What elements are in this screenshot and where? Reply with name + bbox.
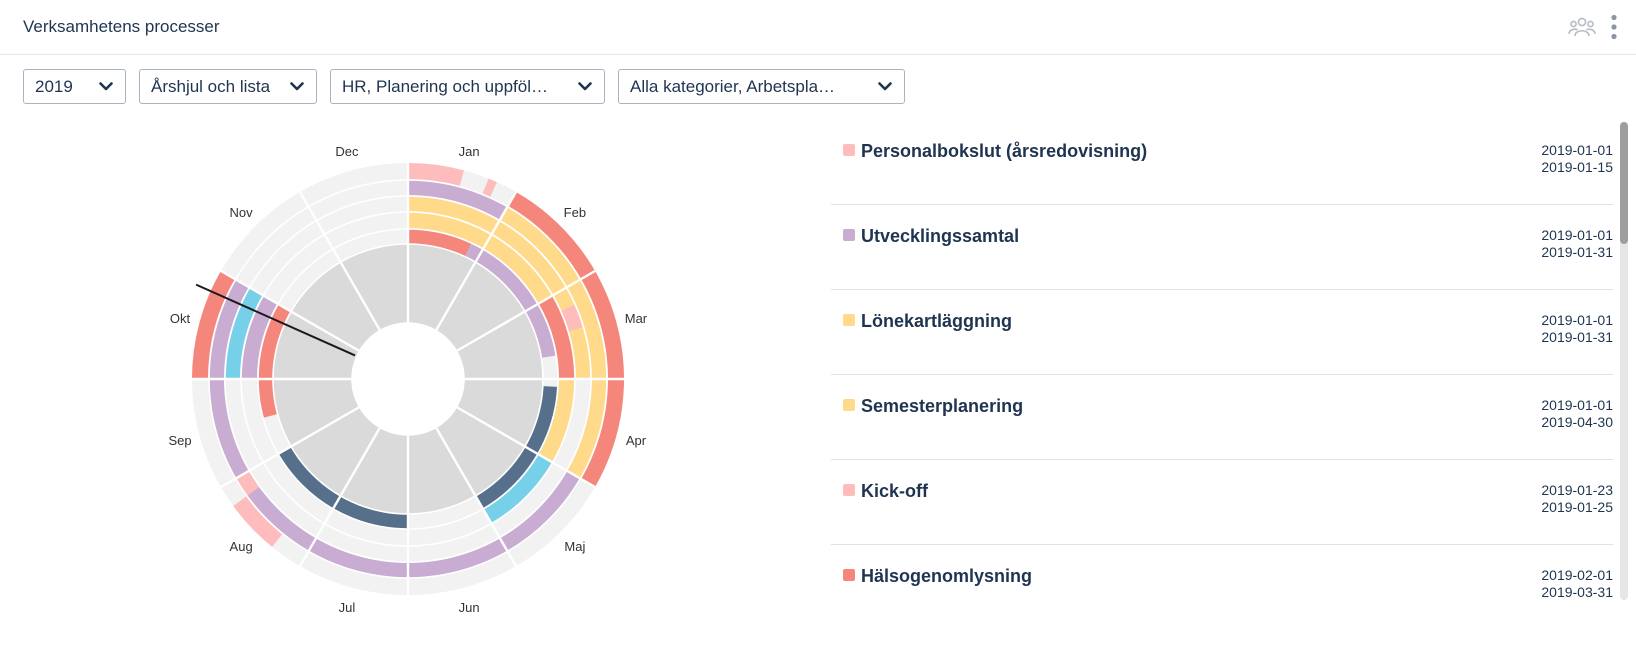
list-item[interactable]: Utvecklingssamtal 2019-01-01 2019-01-31 [831, 205, 1613, 290]
list-item[interactable]: Semesterplanering 2019-01-01 2019-04-30 [831, 375, 1613, 460]
year-select-value: 2019 [35, 76, 73, 96]
year-select[interactable]: 2019 [23, 69, 126, 104]
chevron-down-icon [99, 82, 113, 91]
month-label: Feb [564, 205, 586, 220]
list-item-title: Kick-off [861, 481, 928, 501]
category-swatch [843, 229, 855, 241]
category-select-value: Alla kategorier, Arbetspla… [630, 76, 836, 96]
group-icon[interactable] [1568, 16, 1596, 38]
list-item-dates: 2019-01-01 2019-04-30 [1541, 397, 1613, 431]
month-label: Jan [459, 144, 480, 159]
month-label: Dec [335, 144, 359, 159]
month-label: Jul [339, 600, 356, 615]
list-item-dates: 2019-01-01 2019-01-31 [1541, 227, 1613, 261]
list-item-end-date: 2019-01-31 [1541, 244, 1613, 260]
month-label: Nov [230, 205, 254, 220]
list-item-end-date: 2019-01-15 [1541, 159, 1613, 175]
list-item[interactable]: Personalbokslut (årsredovisning) 2019-01-… [831, 120, 1613, 205]
list-item-start-date: 2019-01-01 [1541, 312, 1613, 328]
process-select[interactable]: HR, Planering och uppföl… [330, 69, 605, 104]
view-select-value: Årshjul och lista [151, 76, 271, 96]
category-swatch [843, 399, 855, 411]
list-item[interactable]: Kick-off 2019-01-23 2019-01-25 [831, 460, 1613, 545]
list-item-start-date: 2019-01-01 [1541, 227, 1613, 243]
list-item-dates: 2019-01-23 2019-01-25 [1541, 482, 1613, 516]
list-item[interactable]: Lönekartläggning 2019-01-01 2019-01-31 [831, 290, 1613, 375]
month-label: Apr [626, 433, 647, 448]
page-header: Verksamhetens processer [0, 0, 1636, 55]
process-select-value: HR, Planering och uppföl… [342, 76, 549, 96]
page-title: Verksamhetens processer [23, 17, 220, 36]
process-list: Personalbokslut (årsredovisning) 2019-01-… [831, 120, 1613, 600]
more-vertical-icon[interactable] [1610, 14, 1618, 40]
wheel-center [354, 325, 462, 433]
month-label: Okt [170, 311, 191, 326]
category-select[interactable]: Alla kategorier, Arbetspla… [618, 69, 905, 104]
list-item-title: Hälsogenomlysning [861, 566, 1033, 586]
list-item-title: Semesterplanering [861, 396, 1024, 416]
header-actions [1568, 14, 1618, 40]
month-label: Maj [564, 539, 585, 554]
scrollbar[interactable] [1620, 122, 1628, 600]
category-swatch [843, 569, 855, 581]
list-item-end-date: 2019-03-31 [1541, 584, 1613, 600]
list-item-title: Personalbokslut (årsredovisning) [861, 141, 1148, 161]
month-label: Mar [625, 311, 648, 326]
list-item-end-date: 2019-01-25 [1541, 499, 1613, 515]
category-swatch [843, 314, 855, 326]
list-item-start-date: 2019-01-01 [1541, 142, 1613, 158]
month-label: Aug [230, 539, 253, 554]
year-wheel[interactable]: Jan Feb Mar Apr Maj Jun Jul Aug Sep Okt Nov Dec [0, 115, 820, 672]
list-item-dates: 2019-01-01 2019-01-31 [1541, 312, 1613, 346]
month-label: Jun [459, 600, 480, 615]
chevron-down-icon [290, 82, 304, 91]
list-item-start-date: 2019-02-01 [1541, 567, 1613, 583]
chevron-down-icon [578, 82, 592, 91]
list-item-end-date: 2019-04-30 [1541, 414, 1613, 430]
list-item-title: Lönekartläggning [861, 311, 1013, 331]
list-item-dates: 2019-01-01 2019-01-15 [1541, 142, 1613, 176]
view-select[interactable]: Årshjul och lista [139, 69, 317, 104]
list-item[interactable]: Hälsogenomlysning 2019-02-01 2019-03-31 [831, 545, 1613, 600]
list-item-title: Utvecklingssamtal [861, 226, 1020, 246]
list-item-end-date: 2019-01-31 [1541, 329, 1613, 345]
list-item-start-date: 2019-01-23 [1541, 482, 1613, 498]
category-swatch [843, 484, 855, 496]
list-item-start-date: 2019-01-01 [1541, 397, 1613, 413]
chevron-down-icon [878, 82, 892, 91]
month-label: Sep [168, 433, 191, 448]
category-swatch [843, 144, 855, 156]
scrollbar-thumb[interactable] [1620, 122, 1628, 244]
filter-bar: 2019 Årshjul och lista HR, Planering och… [23, 69, 905, 104]
list-item-dates: 2019-02-01 2019-03-31 [1541, 567, 1613, 600]
